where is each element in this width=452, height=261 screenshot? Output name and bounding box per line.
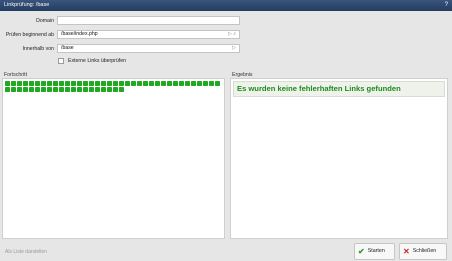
progress-block xyxy=(5,87,10,92)
progress-block xyxy=(83,81,88,86)
progress-block xyxy=(215,81,220,86)
within-value: /base xyxy=(61,45,74,51)
progress-block xyxy=(89,81,94,86)
progress-block xyxy=(209,81,214,86)
progress-block xyxy=(101,87,106,92)
progress-block xyxy=(149,81,154,86)
progress-block xyxy=(29,87,34,92)
progress-block xyxy=(119,81,124,86)
external-links-checkbox[interactable] xyxy=(58,58,64,64)
progress-block xyxy=(101,81,106,86)
search-icon[interactable]: ⌕ xyxy=(233,31,236,37)
progress-block xyxy=(77,81,82,86)
window-titlebar: Linkprüfung: /base ? xyxy=(0,0,452,11)
progress-block xyxy=(125,81,130,86)
progress-block xyxy=(41,87,46,92)
progress-block xyxy=(203,81,208,86)
progress-block xyxy=(77,87,82,92)
within-field[interactable]: /base ▷ xyxy=(57,44,240,53)
start-value: /base/index.php xyxy=(61,31,98,37)
progress-block xyxy=(119,87,124,92)
progress-block xyxy=(155,81,160,86)
progress-block xyxy=(131,81,136,86)
progress-block xyxy=(89,87,94,92)
progress-bar xyxy=(5,81,221,92)
progress-block xyxy=(197,81,202,86)
progress-block xyxy=(29,81,34,86)
progress-block xyxy=(23,87,28,92)
start-label: Prüfen beginnend ab xyxy=(5,32,54,38)
domain-field[interactable] xyxy=(57,16,240,25)
result-message: Es wurden keine fehlerhaften Links gefun… xyxy=(233,81,445,97)
progress-block xyxy=(95,81,100,86)
progress-block xyxy=(11,87,16,92)
progress-block xyxy=(71,81,76,86)
progress-block xyxy=(53,87,58,92)
start-field[interactable]: /base/index.php ▷ ⌕ xyxy=(57,30,240,39)
progress-block xyxy=(167,81,172,86)
progress-block xyxy=(65,81,70,86)
close-icon: ✕ xyxy=(403,247,410,256)
progress-block xyxy=(41,81,46,86)
progress-block xyxy=(17,81,22,86)
progress-block xyxy=(35,87,40,92)
progress-block xyxy=(113,81,118,86)
progress-block xyxy=(107,87,112,92)
progress-block xyxy=(53,81,58,86)
progress-block xyxy=(95,87,100,92)
progress-block xyxy=(71,87,76,92)
progress-block xyxy=(137,81,142,86)
progress-block xyxy=(107,81,112,86)
select-arrow-icon[interactable]: ▷ xyxy=(232,45,236,51)
select-arrow-icon[interactable]: ▷ xyxy=(228,31,232,37)
progress-block xyxy=(11,81,16,86)
progress-block xyxy=(65,87,70,92)
progress-block xyxy=(47,81,52,86)
external-links-label: Externe Links überprüfen xyxy=(68,58,126,64)
progress-block xyxy=(59,87,64,92)
progress-block xyxy=(17,87,22,92)
progress-block xyxy=(5,81,10,86)
close-button-label: Schließen xyxy=(412,248,437,254)
progress-panel xyxy=(2,78,225,239)
progress-block xyxy=(35,81,40,86)
within-label: Innerhalb von xyxy=(22,46,54,52)
checkmark-icon: ✔ xyxy=(358,247,365,256)
domain-label: Domain xyxy=(36,18,54,24)
result-panel: Es wurden keine fehlerhaften Links gefun… xyxy=(230,78,448,239)
window-title: Linkprüfung: /base xyxy=(4,2,50,8)
progress-block xyxy=(179,81,184,86)
progress-block xyxy=(113,87,118,92)
progress-block xyxy=(191,81,196,86)
close-button[interactable]: ✕ Schließen xyxy=(399,243,447,260)
show-as-list-link[interactable]: Als Liste darstellen xyxy=(5,249,47,255)
start-button-label: Starten xyxy=(367,248,385,254)
progress-block xyxy=(23,81,28,86)
progress-block xyxy=(161,81,166,86)
progress-block xyxy=(173,81,178,86)
progress-block xyxy=(47,87,52,92)
progress-block xyxy=(59,81,64,86)
progress-block xyxy=(185,81,190,86)
help-icon[interactable]: ? xyxy=(445,0,448,11)
start-button[interactable]: ✔ Starten xyxy=(354,243,395,260)
progress-block xyxy=(83,87,88,92)
progress-block xyxy=(143,81,148,86)
